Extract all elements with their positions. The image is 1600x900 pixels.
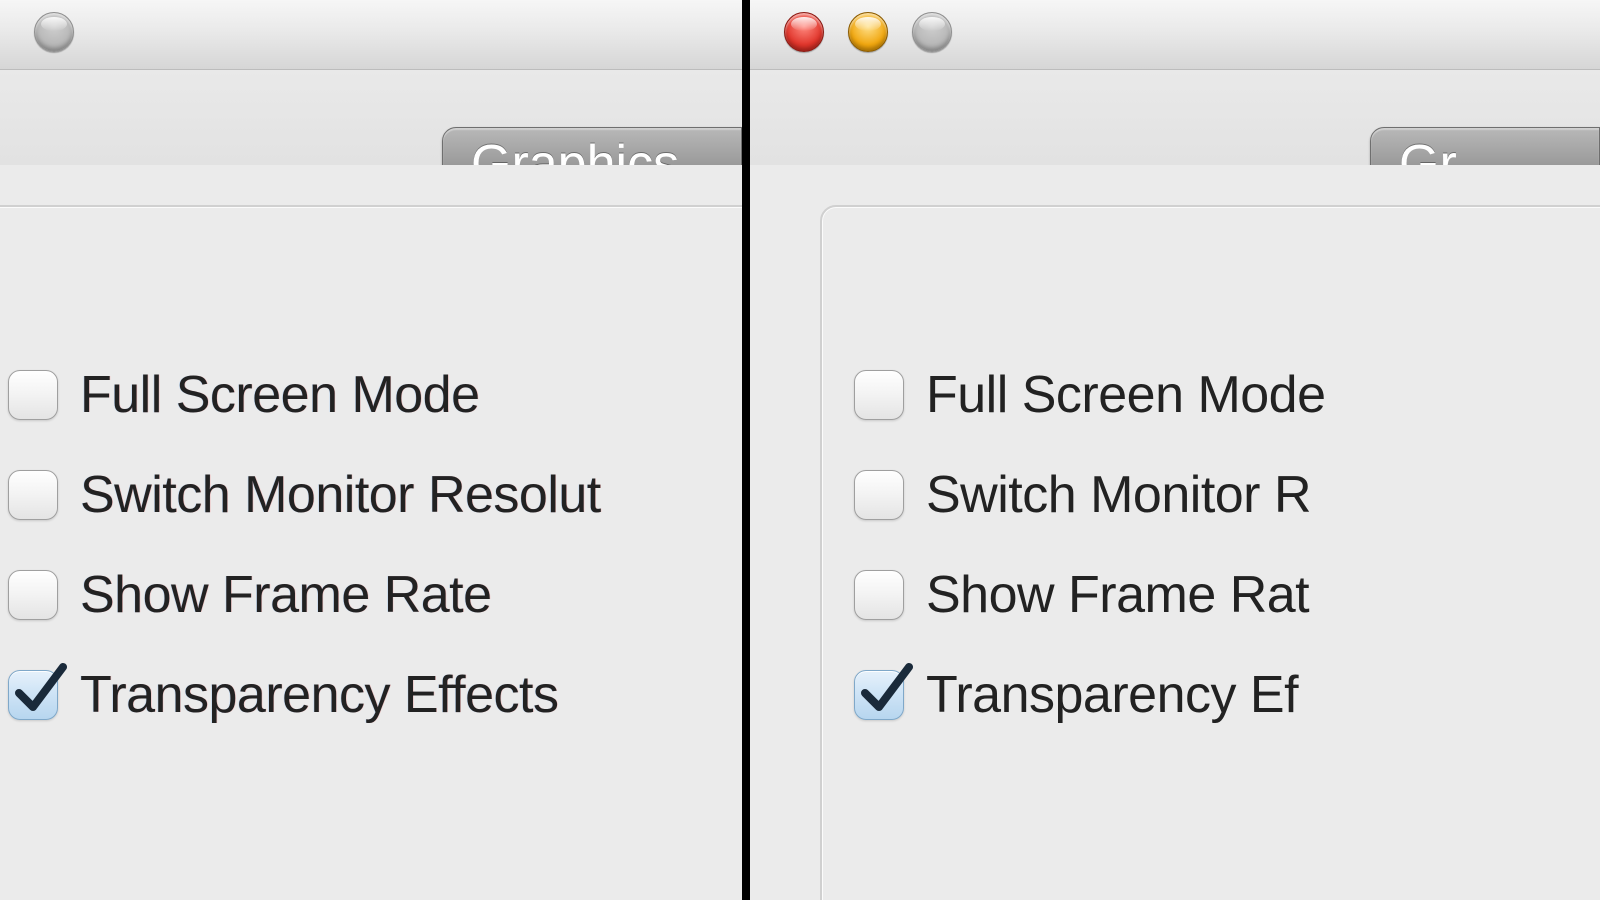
option-label: Full Screen Mode xyxy=(926,365,1326,425)
traffic-lights-left xyxy=(34,12,74,52)
option-label: Transparency Ef xyxy=(926,665,1298,725)
options-list-right: Full Screen Mode Switch Monitor R Show F… xyxy=(854,365,1326,725)
option-label: Show Frame Rate xyxy=(80,565,492,625)
checkbox-switch-monitor-resolution[interactable] xyxy=(8,470,58,520)
checkmark-icon xyxy=(11,661,67,717)
option-show-frame-rate: Show Frame Rat xyxy=(854,565,1326,625)
toolbar-left: Graphics xyxy=(0,70,742,165)
checkbox-full-screen-mode[interactable] xyxy=(854,370,904,420)
checkbox-full-screen-mode[interactable] xyxy=(8,370,58,420)
checkmark-icon xyxy=(857,661,913,717)
option-show-frame-rate: Show Frame Rate xyxy=(8,565,601,625)
option-label: Switch Monitor R xyxy=(926,465,1311,525)
close-icon[interactable] xyxy=(784,12,824,52)
content-left: Full Screen Mode Switch Monitor Resolut … xyxy=(0,165,742,900)
option-transparency-effects: Transparency Effects xyxy=(8,665,601,725)
window-left: Graphics Full Screen Mode Switch Monitor… xyxy=(0,0,750,900)
checkbox-show-frame-rate[interactable] xyxy=(8,570,58,620)
option-label: Show Frame Rat xyxy=(926,565,1309,625)
option-label: Transparency Effects xyxy=(80,665,558,725)
toolbar-right: Gr xyxy=(750,70,1600,165)
option-switch-monitor-resolution: Switch Monitor Resolut xyxy=(8,465,601,525)
option-full-screen-mode: Full Screen Mode xyxy=(854,365,1326,425)
option-label: Full Screen Mode xyxy=(80,365,480,425)
checkbox-transparency-effects[interactable] xyxy=(8,670,58,720)
close-icon[interactable] xyxy=(34,12,74,52)
options-list-left: Full Screen Mode Switch Monitor Resolut … xyxy=(8,365,601,725)
checkbox-switch-monitor-resolution[interactable] xyxy=(854,470,904,520)
zoom-icon[interactable] xyxy=(912,12,952,52)
content-right: Full Screen Mode Switch Monitor R Show F… xyxy=(750,165,1600,900)
minimize-icon[interactable] xyxy=(848,12,888,52)
option-label: Switch Monitor Resolut xyxy=(80,465,601,525)
option-full-screen-mode: Full Screen Mode xyxy=(8,365,601,425)
traffic-lights-right xyxy=(784,12,952,52)
window-right: Gr Full Screen Mode Switch Monitor R Sho… xyxy=(750,0,1600,900)
option-switch-monitor-resolution: Switch Monitor R xyxy=(854,465,1326,525)
comparison-split: Graphics Full Screen Mode Switch Monitor… xyxy=(0,0,1600,900)
option-transparency-effects: Transparency Ef xyxy=(854,665,1326,725)
checkbox-transparency-effects[interactable] xyxy=(854,670,904,720)
checkbox-show-frame-rate[interactable] xyxy=(854,570,904,620)
titlebar-left xyxy=(0,0,742,70)
titlebar-right xyxy=(750,0,1600,70)
